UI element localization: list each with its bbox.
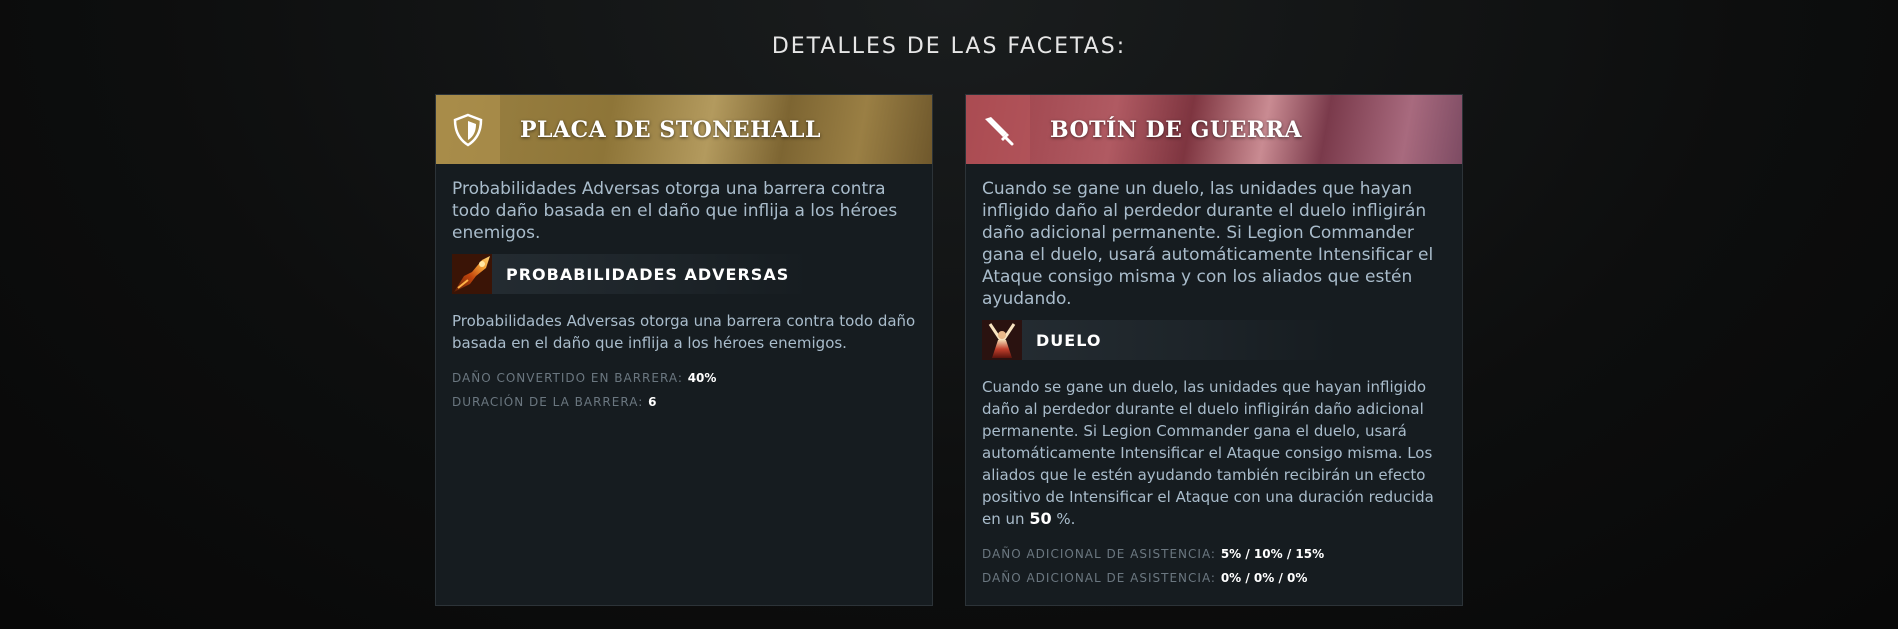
stat-label: DAÑO ADICIONAL DE ASISTENCIA: — [982, 547, 1216, 561]
facet-header: BOTÍN DE GUERRA — [966, 95, 1462, 164]
ability-highlight-value: 50 — [1029, 509, 1052, 528]
stat-value: 40% — [687, 371, 717, 385]
duel-ability-icon — [982, 320, 1022, 360]
ability-description: Cuando se gane un duelo, las unidades qu… — [982, 376, 1446, 530]
stat-value: 0% / 0% / 0% — [1220, 571, 1308, 585]
ability-name: DUELO — [1036, 330, 1102, 350]
facet-description: Probabilidades Adversas otorga una barre… — [452, 179, 898, 243]
stat-label: DURACIÓN DE LA BARRERA: — [452, 395, 644, 409]
stat-label: DAÑO ADICIONAL DE ASISTENCIA: — [982, 571, 1216, 585]
ability-name: PROBABILIDADES ADVERSAS — [506, 264, 790, 284]
facet-cards: PLACA DE STONEHALL Probabilidades Advers… — [435, 94, 1465, 608]
ability-row: PROBABILIDADES ADVERSAS — [452, 254, 812, 294]
section-title: DETALLES DE LAS FACETAS: — [771, 34, 1127, 59]
stat-label: DAÑO CONVERTIDO EN BARRERA: — [452, 371, 683, 385]
facet-description: Cuando se gane un duelo, las unidades qu… — [982, 179, 1434, 309]
stat-value: 5% / 10% / 15% — [1220, 547, 1325, 561]
facet-title: PLACA DE STONEHALL — [520, 116, 821, 143]
stat-value: 6 — [648, 395, 657, 409]
facet-header: PLACA DE STONEHALL — [436, 95, 932, 164]
ability-description-suffix: %. — [1056, 510, 1076, 528]
stat-line: DAÑO ADICIONAL DE ASISTENCIA: 0% / 0% / … — [982, 566, 1446, 590]
sword-icon — [966, 95, 1030, 164]
ability-row: DUELO — [982, 320, 1342, 360]
stat-line: DAÑO CONVERTIDO EN BARRERA: 40% — [452, 366, 916, 390]
shield-icon — [436, 95, 500, 164]
facet-card-stonehall: PLACA DE STONEHALL Probabilidades Advers… — [435, 94, 933, 606]
facet-title: BOTÍN DE GUERRA — [1050, 116, 1302, 143]
stat-line: DAÑO ADICIONAL DE ASISTENCIA: 5% / 10% /… — [982, 542, 1446, 566]
ability-description-text: Cuando se gane un duelo, las unidades qu… — [982, 378, 1434, 528]
ability-description: Probabilidades Adversas otorga una barre… — [452, 312, 916, 352]
overwhelming-odds-ability-icon — [452, 254, 492, 294]
stat-line: DURACIÓN DE LA BARRERA: 6 — [452, 390, 916, 414]
facet-card-spoils-of-war: BOTÍN DE GUERRA Cuando se gane un duelo,… — [965, 94, 1463, 606]
